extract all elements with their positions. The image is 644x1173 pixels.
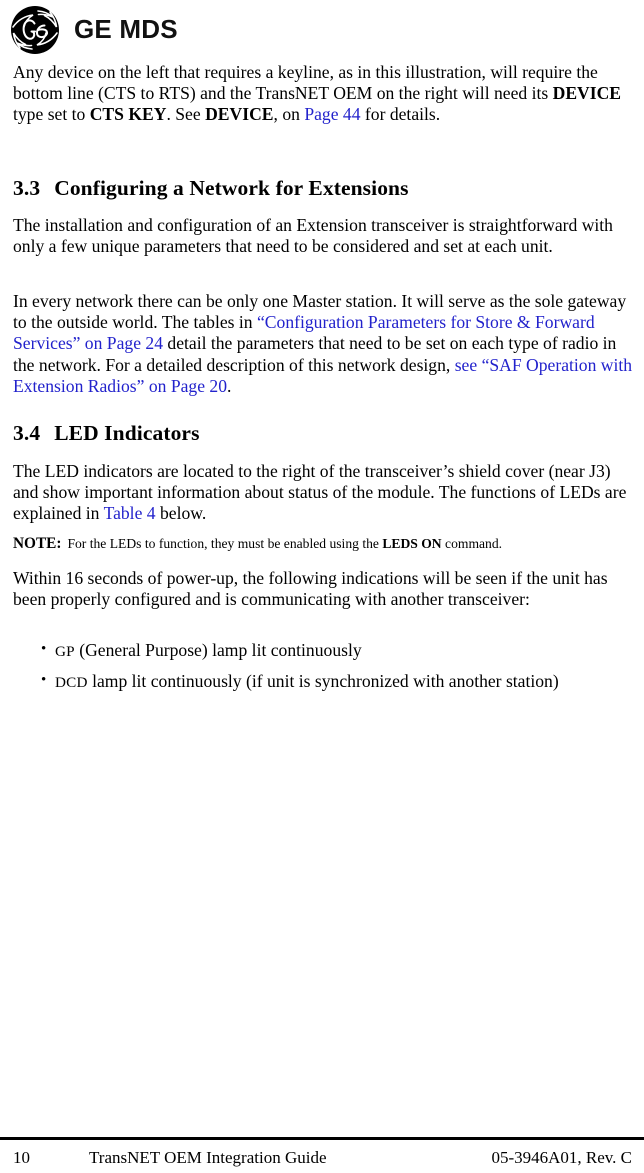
note-text-2: command.: [441, 536, 503, 551]
bullet-2-text: lamp lit continuously (if unit is synchr…: [87, 671, 559, 691]
footer-page-number: 10: [13, 1148, 30, 1167]
bullet-2-acronym: DCD: [55, 674, 88, 691]
document-page: GE MDS Any device on the left that requi…: [0, 0, 644, 1173]
footer-document-title: TransNET OEM Integration Guide: [89, 1148, 327, 1167]
section-heading-3-4: 3.4 LED Indicators: [13, 421, 200, 446]
intro-text-1: Any device on the left that requires a k…: [13, 62, 598, 104]
s33p2-text-3: .: [227, 375, 232, 396]
s34p1-text-2: below.: [155, 503, 207, 524]
section-number-3-4: 3.4: [13, 421, 41, 445]
page-header: GE MDS: [10, 2, 178, 58]
cross-reference-table-4[interactable]: Table 4: [104, 503, 156, 523]
section-title-3-4: LED Indicators: [54, 421, 200, 445]
ge-mds-wordmark: GE MDS: [74, 14, 178, 44]
intro-text-5: for details.: [360, 104, 441, 125]
section-title-3-3: Configuring a Network for Extensions: [54, 176, 409, 200]
ge-monogram-icon: [10, 5, 60, 55]
note-label: NOTE:: [13, 535, 62, 552]
section-number-3-3: 3.3: [13, 176, 41, 200]
bullet-1-text: (General Purpose) lamp lit continuously: [74, 640, 362, 660]
intro-text-3: . See: [166, 104, 206, 125]
section-3-4-paragraph-2: Within 16 seconds of power-up, the follo…: [13, 568, 608, 610]
device-keyword-1: DEVICE: [552, 83, 622, 104]
section-3-3-paragraph-2: In every network there can be only one M…: [13, 291, 635, 397]
note-text-1: For the LEDs to function, they must be e…: [67, 536, 383, 551]
bullet-1-acronym: GP: [55, 643, 75, 660]
section-heading-3-3: 3.3 Configuring a Network for Extensions: [13, 176, 409, 201]
leds-on-command: LEDS ON: [382, 536, 442, 551]
device-keyword-2: DEVICE: [205, 104, 274, 125]
section-3-3-paragraph-1: The installation and configuration of an…: [13, 215, 613, 257]
intro-text-2: type set to: [13, 104, 90, 125]
page-footer: 10 TransNET OEM Integration Guide 05-394…: [0, 1146, 644, 1173]
footer-divider: [0, 1137, 644, 1140]
list-item: GP (General Purpose) lamp lit continuous…: [13, 639, 635, 662]
cts-key-keyword: CTS KEY: [89, 104, 167, 125]
footer-document-revision: 05-3946A01, Rev. C: [491, 1148, 632, 1167]
section-3-4-paragraph-1: The LED indicators are located to the ri…: [13, 461, 635, 525]
note-callout: NOTE: For the LEDs to function, they must…: [13, 535, 635, 552]
list-item: DCD lamp lit continuously (if unit is sy…: [13, 670, 635, 693]
led-indications-list: GP (General Purpose) lamp lit continuous…: [13, 639, 635, 702]
intro-paragraph: Any device on the left that requires a k…: [13, 62, 633, 126]
cross-reference-page-44[interactable]: Page 44: [304, 104, 360, 124]
intro-text-4: , on: [273, 104, 305, 125]
